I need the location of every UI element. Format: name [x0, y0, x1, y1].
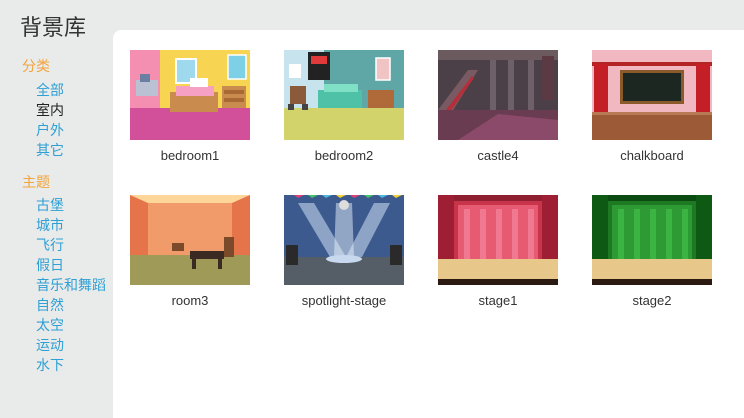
theme-holiday[interactable]: 假日: [36, 255, 64, 275]
backdrop-label: castle4: [477, 148, 519, 163]
theme-flying[interactable]: 飞行: [36, 235, 64, 255]
backdrop-label: stage2: [632, 293, 672, 308]
backdrop-tile-spotlight-stage[interactable]: spotlight-stage: [284, 195, 404, 308]
bedroom1-thumbnail: [130, 50, 250, 140]
spotlight-stage-thumbnail: [284, 195, 404, 285]
theme-city[interactable]: 城市: [36, 215, 64, 235]
backdrop-label: spotlight-stage: [301, 293, 387, 308]
category-other[interactable]: 其它: [36, 140, 64, 160]
category-indoor[interactable]: 室内: [36, 100, 64, 120]
backdrop-tile-bedroom1[interactable]: bedroom1: [130, 50, 250, 163]
backdrop-tile-stage1[interactable]: stage1: [438, 195, 558, 308]
castle4-thumbnail: [438, 50, 558, 140]
backdrop-tile-room3[interactable]: room3: [130, 195, 250, 308]
backdrop-label: chalkboard: [620, 148, 684, 163]
theme-underwater[interactable]: 水下: [36, 355, 64, 375]
theme-sports[interactable]: 运动: [36, 335, 64, 355]
backdrop-label: bedroom1: [160, 148, 220, 163]
theme-nature[interactable]: 自然: [36, 295, 64, 315]
chalkboard-thumbnail: [592, 50, 712, 140]
backdrop-label: room3: [171, 293, 209, 308]
stage2-thumbnail: [592, 195, 712, 285]
category-outdoor[interactable]: 户外: [36, 120, 64, 140]
backdrop-tile-stage2[interactable]: stage2: [592, 195, 712, 308]
theme-heading: 主题: [22, 175, 50, 191]
category-heading: 分类: [22, 59, 50, 75]
theme-space[interactable]: 太空: [36, 315, 64, 335]
stage1-thumbnail: [438, 195, 558, 285]
page-title: 背景库: [20, 16, 87, 41]
backdrop-tile-castle4[interactable]: castle4: [438, 50, 558, 163]
backdrop-label: stage1: [478, 293, 518, 308]
backdrop-label: bedroom2: [314, 148, 374, 163]
backdrop-grid: bedroom1 bedroom2 castle4 chalkboard roo…: [113, 30, 744, 418]
theme-music-dance[interactable]: 音乐和舞蹈: [36, 275, 106, 295]
theme-castle[interactable]: 古堡: [36, 195, 64, 215]
room3-thumbnail: [130, 195, 250, 285]
category-all[interactable]: 全部: [36, 80, 64, 100]
bedroom2-thumbnail: [284, 50, 404, 140]
backdrop-tile-chalkboard[interactable]: chalkboard: [592, 50, 712, 163]
backdrop-tile-bedroom2[interactable]: bedroom2: [284, 50, 404, 163]
